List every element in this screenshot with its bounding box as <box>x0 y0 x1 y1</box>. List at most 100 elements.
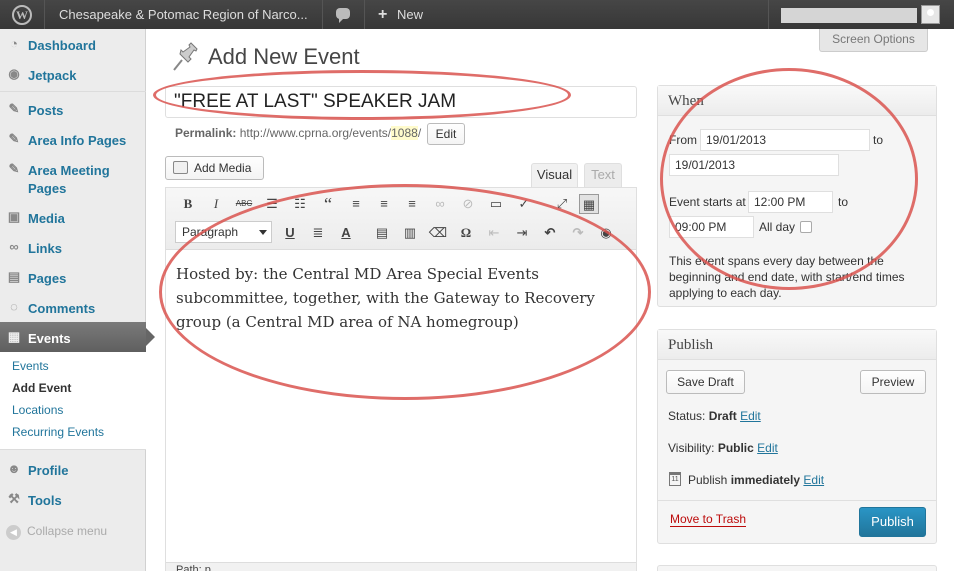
outdent-icon[interactable]: ⇤ <box>484 223 504 243</box>
unlink-icon[interactable]: ⊘ <box>458 194 478 214</box>
profile-icon: ☻ <box>7 461 21 476</box>
submenu-item-recurring-events[interactable]: Recurring Events <box>12 425 104 439</box>
collapse-menu-button[interactable]: ◀ Collapse menu <box>6 524 107 540</box>
publish-time-edit-link[interactable]: Edit <box>803 473 824 487</box>
submenu-item-events[interactable]: Events <box>12 359 49 373</box>
redo-icon[interactable]: ↷ <box>568 223 588 243</box>
media-icon: ▣ <box>7 209 21 224</box>
when-note: This event spans every day between the b… <box>669 254 905 300</box>
spellcheck-icon[interactable]: ✓ <box>514 194 534 214</box>
special-character-icon[interactable]: Ω <box>456 223 476 243</box>
when-box-title[interactable]: When <box>658 86 936 116</box>
editor-content[interactable]: Hosted by: the Central MD Area Special E… <box>176 262 631 334</box>
strikethrough-icon[interactable]: ABC <box>234 194 254 214</box>
submenu-item-add-event[interactable]: Add Event <box>12 381 71 395</box>
bold-icon[interactable]: B <box>178 194 198 214</box>
new-content-link[interactable]: New <box>397 0 423 29</box>
plus-icon: + <box>378 6 388 23</box>
format-select[interactable]: Paragraph <box>175 221 272 243</box>
status-edit-link[interactable]: Edit <box>740 409 761 423</box>
sidebar-item-label: Area Meeting Pages <box>28 163 110 196</box>
page-title: Add New Event <box>208 44 360 69</box>
visibility-label: Visibility: <box>668 441 715 455</box>
save-draft-button[interactable]: Save Draft <box>666 370 745 394</box>
publish-button[interactable]: Publish <box>859 507 926 537</box>
admin-bar-divider <box>768 0 769 29</box>
sidebar-item-label: Tools <box>28 493 62 508</box>
calendar-icon: 11 <box>669 472 681 486</box>
publish-box-title[interactable]: Publish <box>658 330 936 360</box>
permalink-row: Permalink: http://www.cprna.org/events/1… <box>175 126 421 140</box>
status-row: Status: Draft Edit <box>668 409 761 423</box>
submenu-item-locations[interactable]: Locations <box>12 403 63 417</box>
permalink-slug[interactable]: 1088 <box>391 126 418 140</box>
sidebar-item-label: Area Info Pages <box>28 133 127 148</box>
collapse-menu-label: Collapse menu <box>27 524 108 538</box>
next-postbox <box>657 565 937 571</box>
all-day-label: All day <box>759 220 796 234</box>
comments-icon: ◌ <box>10 299 18 314</box>
italic-icon[interactable]: I <box>206 194 226 214</box>
sidebar-item-label: Events <box>28 331 71 346</box>
pushpin-icon: ✎ <box>8 131 20 146</box>
link-icon[interactable]: ∞ <box>430 194 450 214</box>
comment-bubble-icon[interactable] <box>336 8 350 23</box>
status-label: Status: <box>668 409 706 423</box>
site-name-link[interactable]: Chesapeake & Potomac Region of Narco... <box>59 0 308 29</box>
indent-icon[interactable]: ⇥ <box>512 223 532 243</box>
links-icon: ∞ <box>9 239 19 254</box>
align-center-icon[interactable]: ≡ <box>374 194 394 214</box>
preview-button[interactable]: Preview <box>860 370 926 394</box>
permalink-tail: / <box>417 126 422 140</box>
all-day-checkbox[interactable] <box>800 221 812 233</box>
end-date-field[interactable]: 19/01/2013 <box>669 154 839 176</box>
permalink-base: http://www.cprna.org/events/ <box>239 126 392 140</box>
wordpress-logo-icon[interactable]: W <box>12 5 32 25</box>
editor-toolbar: B I ABC ☰ ☷ “ ≡ ≡ ≡ ∞ ⊘ ▭ ✓ ⤢ ▦ Paragrap… <box>166 188 636 250</box>
end-time-field[interactable]: 09:00 PM <box>669 216 754 238</box>
text-color-icon[interactable]: A <box>336 223 356 243</box>
event-title-input[interactable]: "FREE AT LAST" SPEAKER JAM <box>165 86 637 118</box>
paste-text-icon[interactable]: ▤ <box>372 223 392 243</box>
from-label: From <box>669 133 697 147</box>
avatar[interactable] <box>921 5 940 24</box>
permalink-edit-button[interactable]: Edit <box>427 123 465 145</box>
start-date-field[interactable]: 19/01/2013 <box>700 129 870 151</box>
pages-icon: ▤ <box>7 269 21 284</box>
clear-formatting-icon[interactable]: ⌫ <box>428 223 448 243</box>
format-select-value: Paragraph <box>182 225 239 239</box>
sidebar-item-label: Jetpack <box>28 68 77 83</box>
undo-icon[interactable]: ↶ <box>540 223 560 243</box>
user-name-link[interactable] <box>781 8 917 23</box>
pushpin-icon: ✎ <box>8 161 20 176</box>
paste-word-icon[interactable]: ▥ <box>400 223 420 243</box>
tab-visual[interactable]: Visual <box>531 163 578 187</box>
more-tag-icon[interactable]: ▭ <box>486 194 506 214</box>
sidebar-item-label: Pages <box>28 271 67 286</box>
screen-options-button[interactable]: Screen Options <box>819 29 928 52</box>
publish-time-value: immediately <box>730 473 801 487</box>
numbered-list-icon[interactable]: ☷ <box>290 194 310 214</box>
publish-time-label: Publish <box>688 473 728 487</box>
fullscreen-icon[interactable]: ⤢ <box>552 194 572 214</box>
align-right-icon[interactable]: ≡ <box>402 194 422 214</box>
blockquote-icon[interactable]: “ <box>318 194 338 214</box>
sidebar-item-label: Comments <box>28 301 96 316</box>
align-left-icon[interactable]: ≡ <box>346 194 366 214</box>
help-icon[interactable]: ◉ <box>596 223 616 243</box>
pushpin-icon <box>173 42 198 71</box>
bulleted-list-icon[interactable]: ☰ <box>262 194 282 214</box>
admin-bar-divider <box>44 0 45 29</box>
move-to-trash-link[interactable]: Move to Trash <box>670 512 747 527</box>
tab-text[interactable]: Text <box>584 163 622 187</box>
content-editor: B I ABC ☰ ☷ “ ≡ ≡ ≡ ∞ ⊘ ▭ ✓ ⤢ ▦ Paragrap… <box>165 187 637 571</box>
publish-divider <box>658 500 936 501</box>
visibility-edit-link[interactable]: Edit <box>757 441 778 455</box>
start-time-field[interactable]: 12:00 PM <box>748 191 833 213</box>
status-value: Draft <box>708 409 737 423</box>
justify-icon[interactable]: ≣ <box>308 223 328 243</box>
kitchen-sink-icon[interactable]: ▦ <box>579 194 599 214</box>
events-submenu: Events Add Event Locations Recurring Eve… <box>0 352 146 450</box>
underline-icon[interactable]: U <box>280 223 300 243</box>
add-media-button[interactable]: Add Media <box>165 156 264 180</box>
